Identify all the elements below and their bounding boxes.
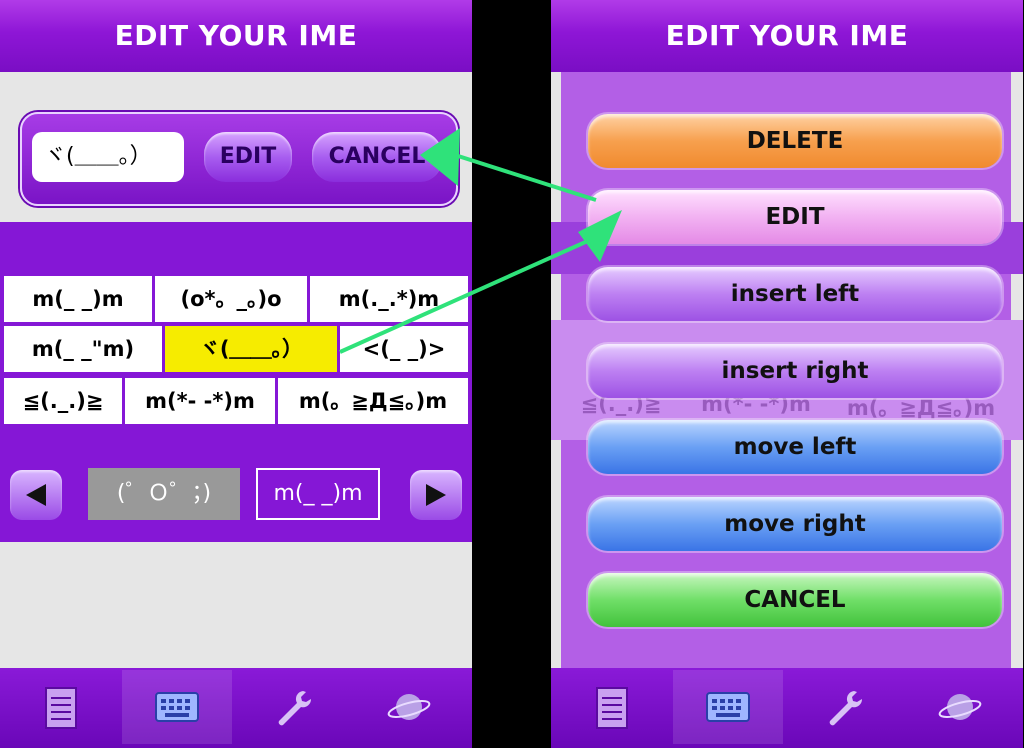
cancel-button[interactable]: CANCEL: [312, 132, 442, 182]
move-right-button[interactable]: move right: [588, 497, 1002, 551]
grid-cell[interactable]: m(_ _"m): [4, 326, 162, 372]
tab-keyboard[interactable]: [122, 670, 232, 744]
action-menu-overlay: ≦(._.)≧ m(*- -*)m m(。≧Д≦。)m DELETE EDIT …: [551, 72, 1023, 668]
page-title: EDIT YOUR IME: [0, 0, 472, 72]
section-divider: [0, 222, 472, 272]
next-arrow-button[interactable]: [410, 470, 462, 520]
preview-row: (゜Ｏ゜；) m(_ _)m: [0, 430, 472, 542]
tab-planet[interactable]: [354, 670, 464, 744]
preview-prev-kaomoji[interactable]: (゜Ｏ゜；): [88, 468, 240, 520]
cancel-button[interactable]: CANCEL: [588, 573, 1002, 627]
tab-settings[interactable]: [238, 670, 348, 744]
grid-cell[interactable]: ≦(._.)≧: [4, 378, 122, 424]
tab-keyboard[interactable]: [673, 670, 783, 744]
tab-settings[interactable]: [789, 670, 899, 744]
wrench-icon: [829, 691, 863, 726]
grid-cell[interactable]: m(._.*)m: [310, 276, 468, 322]
grid-cell[interactable]: (o*。_。)o: [155, 276, 307, 322]
delete-button[interactable]: DELETE: [588, 114, 1002, 168]
arrow-left-icon: [26, 484, 46, 506]
notepad-icon: [45, 687, 77, 729]
keyboard-icon: [706, 692, 750, 722]
page-title: EDIT YOUR IME: [551, 0, 1023, 72]
edit-button[interactable]: EDIT: [588, 190, 1002, 244]
grid-cell[interactable]: m(_ _)m: [4, 276, 152, 322]
grid-cell[interactable]: m(。≧Д≦。)m: [278, 378, 468, 424]
tab-bar: [0, 668, 472, 748]
left-screen: EDIT YOUR IME ヾ(＿＿。） EDIT CANCEL m(_ _)m…: [0, 0, 472, 748]
move-left-button[interactable]: move left: [588, 420, 1002, 474]
tab-notepad[interactable]: [6, 670, 116, 744]
right-screen: EDIT YOUR IME ≦(._.)≧ m(*- -*)m m(。≧Д≦。)…: [551, 0, 1023, 748]
arrow-right-icon: [426, 484, 446, 506]
grid-cell-selected[interactable]: ヾ(＿＿。）: [165, 326, 337, 372]
edit-button[interactable]: EDIT: [204, 132, 292, 182]
kaomoji-grid: m(_ _)m (o*。_。)o m(._.*)m m(_ _"m) ヾ(＿＿。…: [0, 272, 472, 430]
planet-icon: [938, 694, 982, 720]
edit-panel: ヾ(＿＿。） EDIT CANCEL: [20, 112, 458, 206]
prev-arrow-button[interactable]: [10, 470, 62, 520]
insert-left-button[interactable]: insert left: [588, 267, 1002, 321]
insert-right-button[interactable]: insert right: [588, 344, 1002, 398]
grid-cell[interactable]: m(*- -*)m: [125, 378, 275, 424]
wrench-icon: [278, 691, 312, 726]
keyboard-icon: [155, 692, 199, 722]
kaomoji-input-field[interactable]: ヾ(＿＿。）: [32, 132, 184, 182]
planet-icon: [387, 694, 431, 720]
tab-notepad[interactable]: [557, 670, 667, 744]
notepad-icon: [596, 687, 628, 729]
grid-cell[interactable]: <(_ _)>: [340, 326, 468, 372]
tab-planet[interactable]: [905, 670, 1015, 744]
tab-bar: [551, 668, 1023, 748]
preview-next-kaomoji[interactable]: m(_ _)m: [256, 468, 380, 520]
